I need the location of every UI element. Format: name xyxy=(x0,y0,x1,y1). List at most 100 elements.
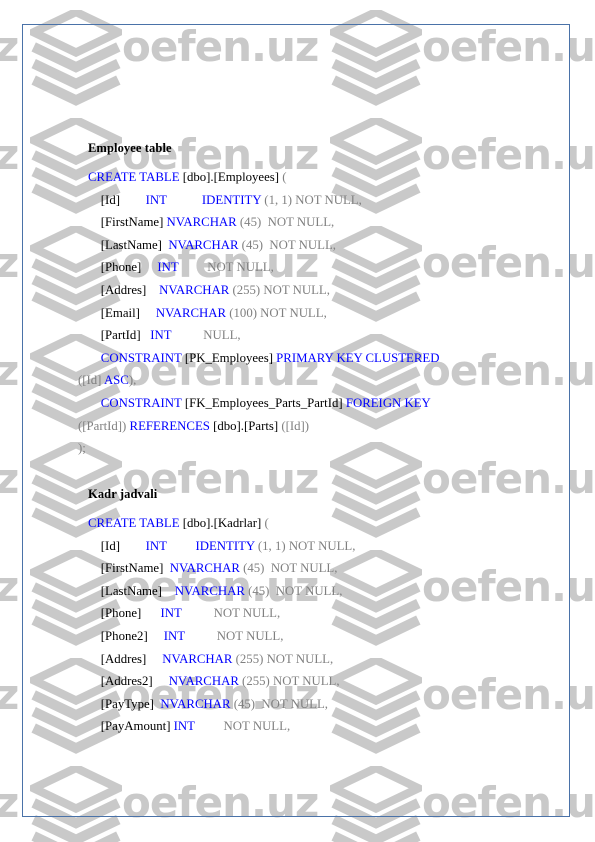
sql-literal: (255) NOT NULL, xyxy=(232,651,334,666)
sql-keyword: NVARCHAR xyxy=(168,674,239,689)
sql-keyword: FOREIGN KEY xyxy=(345,396,431,410)
sql-literal: (45) NOT NULL, xyxy=(244,583,343,598)
sql-keyword: NVARCHAR xyxy=(162,651,233,666)
sql-identifier: [Phone] xyxy=(88,606,161,621)
sql-keyword: IDENTITY xyxy=(201,192,262,207)
code-line: [FirstName] NVARCHAR (45) NOT NULL, xyxy=(88,561,338,576)
sql-literal: (1, 1) NOT NULL, xyxy=(261,192,362,207)
sql-keyword: ASC xyxy=(103,373,129,388)
sql-literal: NOT NULL, xyxy=(194,719,291,734)
sql-keyword: INT xyxy=(163,629,185,643)
code-line: CREATE TABLE [dbo].[Kadrlar] ( xyxy=(88,516,269,530)
sql-identifier xyxy=(167,193,202,207)
sql-identifier: [Id] xyxy=(88,192,146,207)
sql-identifier: [FirstName] xyxy=(88,215,167,230)
sql-identifier: [PayType] xyxy=(88,696,161,711)
sql-identifier: [Addres] xyxy=(88,651,163,666)
sql-identifier: [dbo].[Parts] xyxy=(209,418,282,433)
sql-identifier: [Addres2] xyxy=(88,674,169,689)
code-line: [Addres] NVARCHAR (255) NOT NULL, xyxy=(88,652,333,666)
sql-literal: ([Id] xyxy=(78,373,104,388)
code-line: [Id] INT IDENTITY (1, 1) NOT NULL, xyxy=(88,538,356,553)
code-line: [PayType] NVARCHAR (45) NOT NULL, xyxy=(88,697,328,711)
sql-literal: (100) NOT NULL, xyxy=(226,305,327,320)
sql-identifier xyxy=(88,351,101,365)
sql-keyword: CONSTRAINT xyxy=(100,350,182,365)
sql-keyword: NVARCHAR xyxy=(174,583,245,598)
sql-keyword: INT xyxy=(145,538,167,553)
sql-literal: (255) NOT NULL, xyxy=(238,674,340,689)
sql-keyword: NVARCHAR xyxy=(159,283,230,297)
sql-keyword: INT xyxy=(145,192,167,207)
code-line: [FirstName] NVARCHAR (45) NOT NULL, xyxy=(88,215,334,229)
code-line: [LastName] NVARCHAR (45) NOT NULL, xyxy=(88,583,343,598)
section-heading: Kadr jadvali xyxy=(88,487,158,501)
sql-keyword: CONSTRAINT xyxy=(100,396,182,410)
sql-literal: ), xyxy=(128,373,137,388)
sql-keyword: NVARCHAR xyxy=(166,215,237,230)
sql-keyword: IDENTITY xyxy=(195,538,255,553)
code-line: ([PartId]) REFERENCES [dbo].[Parts] ([Id… xyxy=(78,419,309,433)
sql-identifier: [Email] xyxy=(88,305,156,320)
code-line: CREATE TABLE [dbo].[Employees] ( xyxy=(88,170,286,184)
code-line: [LastName] NVARCHAR (45) NOT NULL, xyxy=(88,238,336,252)
sql-literal: (45) NOT NULL, xyxy=(236,215,335,230)
sql-identifier: [Addres] xyxy=(88,283,160,297)
sql-literal: (45) NOT NULL, xyxy=(238,237,336,252)
sql-literal: NOT NULL, xyxy=(178,260,274,275)
sql-identifier: [FirstName] xyxy=(88,561,170,576)
sql-keyword: INT xyxy=(160,606,182,621)
sql-literal: NOT NULL, xyxy=(184,629,284,643)
sql-literal: ( xyxy=(264,516,269,530)
sql-keyword: NVARCHAR xyxy=(155,305,227,320)
sql-literal: NULL, xyxy=(171,328,241,343)
code-line: CONSTRAINT [PK_Employees] PRIMARY KEY CL… xyxy=(88,350,440,365)
sql-keyword: CREATE TABLE xyxy=(88,516,180,530)
sql-identifier: [dbo].[Employees] xyxy=(179,170,283,184)
code-line: [Addres2] NVARCHAR (255) NOT NULL, xyxy=(88,674,340,688)
sql-keyword: INT xyxy=(157,260,179,275)
sql-keyword: REFERENCES xyxy=(129,418,210,433)
code-line: [PayAmount] INT NOT NULL, xyxy=(88,719,290,733)
sql-keyword: INT xyxy=(150,328,172,343)
sql-identifier: [LastName] xyxy=(88,583,175,598)
sql-identifier: [PayAmount] xyxy=(88,719,174,734)
document-content: Employee table CREATE TABLE [dbo].[Employ… xyxy=(0,0,595,842)
sql-literal: (45) NOT NULL, xyxy=(239,561,338,576)
sql-literal: ([PartId]) xyxy=(78,418,130,433)
sql-literal: (45) NOT NULL, xyxy=(230,696,329,711)
code-line: ); xyxy=(78,441,86,455)
sql-identifier: [dbo].[Kadrlar] xyxy=(179,516,265,530)
sql-literal: (1, 1) NOT NULL, xyxy=(254,538,356,553)
sql-literal: ( xyxy=(282,170,287,184)
sql-identifier: [Phone] xyxy=(88,260,158,275)
sql-keyword: INT xyxy=(173,719,195,734)
sql-keyword: CREATE TABLE xyxy=(88,170,180,184)
sql-identifier: [PK_Employees] xyxy=(181,350,277,365)
sql-identifier: [Phone2] xyxy=(88,629,164,643)
sql-keyword: NVARCHAR xyxy=(168,237,239,252)
code-line: [Addres] NVARCHAR (255) NOT NULL, xyxy=(88,283,330,297)
sql-literal: ([Id]) xyxy=(281,418,310,433)
code-line: [Phone2] INT NOT NULL, xyxy=(88,629,284,643)
sql-literal: (255) NOT NULL, xyxy=(229,283,330,297)
sql-identifier xyxy=(167,539,196,553)
code-line: [Email] NVARCHAR (100) NOT NULL, xyxy=(88,306,327,320)
sql-literal: ); xyxy=(78,441,86,456)
sql-keyword: NVARCHAR xyxy=(169,561,240,576)
sql-literal: NOT NULL, xyxy=(181,606,281,621)
section-heading: Employee table xyxy=(88,141,172,155)
sql-identifier xyxy=(88,396,101,410)
code-line: ([Id] ASC), xyxy=(78,373,136,387)
code-line: [PartId] INT NULL, xyxy=(88,328,241,342)
sql-identifier: [LastName] xyxy=(88,237,169,252)
code-line: CONSTRAINT [FK_Employees_Parts_PartId] F… xyxy=(88,396,431,410)
sql-keyword: NVARCHAR xyxy=(160,696,231,711)
code-line: [Id] INT IDENTITY (1, 1) NOT NULL, xyxy=(88,193,362,207)
sql-identifier: [FK_Employees_Parts_PartId] xyxy=(181,396,346,410)
sql-identifier: [Id] xyxy=(88,538,146,553)
sql-identifier: [PartId] xyxy=(88,328,151,343)
sql-keyword: PRIMARY KEY CLUSTERED xyxy=(276,350,440,365)
code-line: [Phone] INT NOT NULL, xyxy=(88,606,280,620)
code-line: [Phone] INT NOT NULL, xyxy=(88,260,274,274)
